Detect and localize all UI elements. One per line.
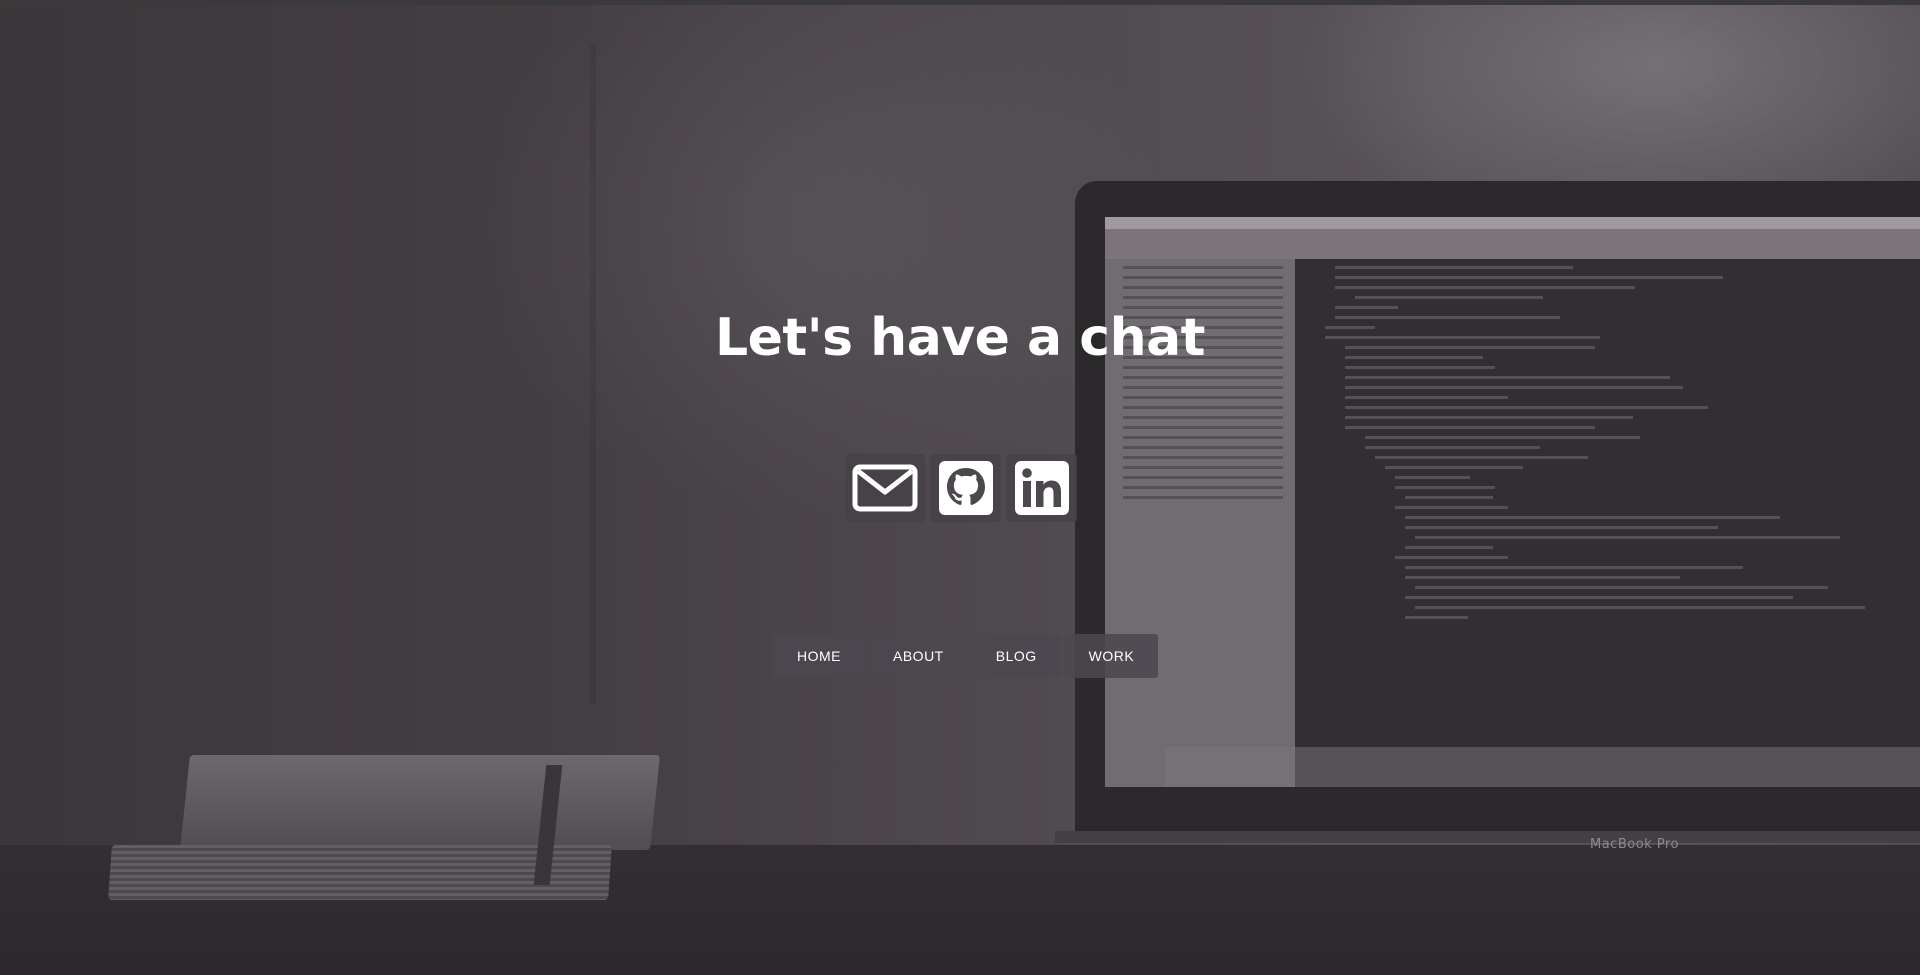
main-navigation: HOME ABOUT BLOG WORK	[773, 634, 1159, 678]
hero-content: Let's have a chat HOME ABOUT BLOG WORK	[0, 0, 1920, 975]
github-icon	[938, 460, 994, 516]
nav-about-button[interactable]: ABOUT	[869, 634, 968, 678]
linkedin-link-button[interactable]	[1006, 454, 1077, 522]
social-links	[845, 454, 1077, 522]
page: MacBook Pro Let's have a chat HOME ABOUT…	[0, 0, 1920, 975]
linkedin-icon	[1014, 460, 1070, 516]
nav-work-button[interactable]: WORK	[1064, 634, 1159, 678]
page-title: Let's have a chat	[714, 308, 1206, 368]
nav-home-button[interactable]: HOME	[773, 634, 865, 678]
github-link-button[interactable]	[930, 454, 1001, 522]
nav-blog-button[interactable]: BLOG	[971, 634, 1061, 678]
email-link-button[interactable]	[845, 454, 925, 522]
envelope-icon	[852, 464, 918, 512]
